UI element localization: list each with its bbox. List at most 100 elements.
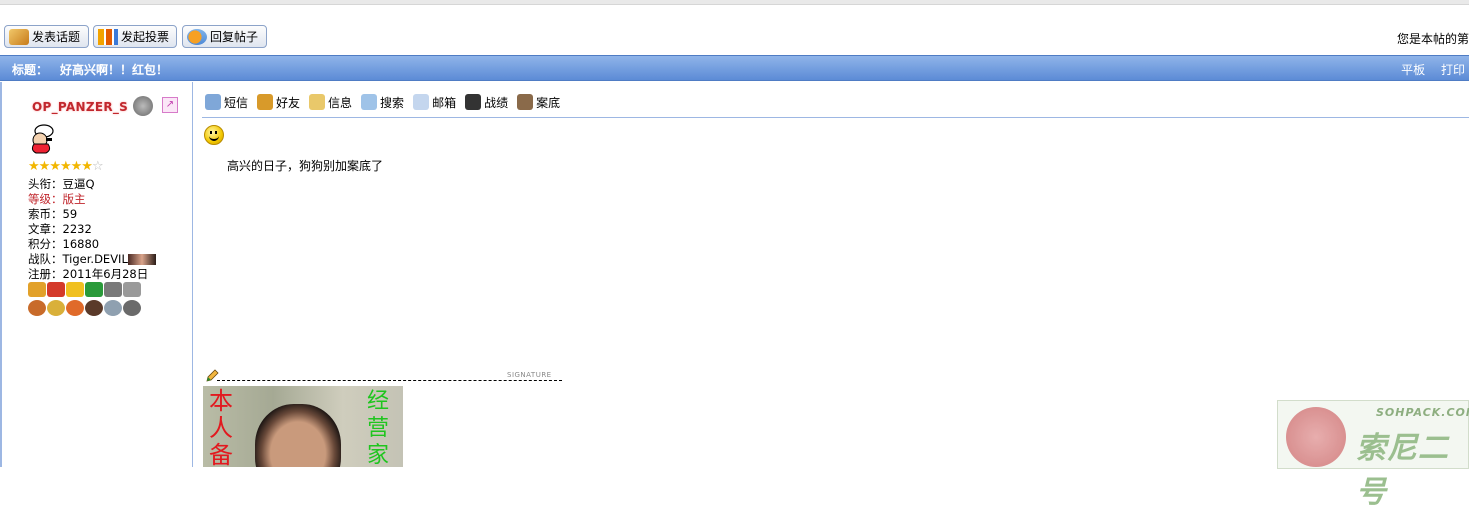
author-field-value: 16880	[62, 237, 100, 251]
signature-photo	[255, 404, 341, 467]
author-info: 头衔：豆逼Q 等级：版主 索币：59 文章：2232 积分：16880 战队：Tiger.…	[28, 177, 156, 282]
watermark-url: SOHPACK.COM	[1376, 406, 1469, 419]
post-content: 高兴的日子，狗狗别加案底了	[227, 159, 384, 173]
star-filled-icon: ★	[70, 159, 83, 174]
star-filled-icon: ★	[28, 159, 40, 174]
signature-divider	[217, 380, 562, 381]
signature-label: SIGNATURE	[507, 371, 552, 379]
post-action-label: 战绩	[484, 95, 509, 110]
author-field-label: 积分：	[28, 237, 63, 251]
view-count-text: 您是本帖的第	[1396, 32, 1469, 46]
author-field-label: 文章：	[28, 222, 63, 236]
mailbox-icon	[413, 94, 430, 110]
post-action-bar: 短信 好友 信息 搜索 邮箱 战绩 案底	[205, 92, 569, 112]
author-field-row: 等级：版主	[28, 192, 156, 207]
star-filled-icon: ★	[81, 159, 93, 174]
new-poll-label: 发起投票	[121, 30, 170, 44]
smiley-icon	[204, 125, 224, 145]
watermark-logo: SOHPACK.COM 索尼二号	[1277, 400, 1469, 510]
author-username[interactable]: OP_PANZER_S	[32, 100, 128, 114]
post-action-label: 搜索	[380, 95, 405, 110]
author-field-row: 注册：2011年6月28日	[28, 267, 156, 282]
case-file-icon	[517, 94, 534, 110]
record-icon	[465, 94, 482, 110]
post-action-friends[interactable]: 好友	[257, 94, 300, 111]
print-link[interactable]: 打印	[1441, 63, 1465, 77]
post-action-label: 邮箱	[432, 95, 457, 110]
message-icon	[205, 94, 221, 110]
medal-icon[interactable]	[47, 282, 65, 297]
popeye-avatar	[31, 124, 54, 154]
title-links: 平板 打印	[1389, 61, 1465, 78]
post-action-label: 案底	[536, 95, 561, 110]
medal-icon[interactable]	[123, 300, 141, 316]
medal-icon[interactable]	[85, 300, 103, 316]
medal-icon[interactable]	[28, 300, 46, 316]
thread-title-bar: 标题： 好高兴啊！！红包！ 平板 打印	[0, 55, 1469, 81]
author-field-value: 版主	[62, 192, 86, 206]
author-field-label: 战队：	[28, 252, 63, 266]
medal-icon[interactable]	[104, 282, 122, 297]
post-action-search[interactable]: 搜索	[361, 94, 404, 111]
post-action-label: 信息	[328, 95, 353, 110]
title-label: 标题：	[12, 63, 49, 77]
post-action-label: 短信	[224, 95, 249, 110]
post-toolbar: 发表话题 发起投票 回复帖子	[0, 25, 1469, 51]
author-field-row: 积分：16880	[28, 237, 156, 252]
team-banner	[127, 254, 156, 265]
medal-icon[interactable]	[47, 300, 65, 316]
post-action-case-file[interactable]: 案底	[517, 94, 560, 111]
author-field-label: 索币：	[28, 207, 63, 221]
post-action-record[interactable]: 战绩	[465, 94, 508, 111]
medal-icon[interactable]	[66, 300, 84, 316]
star-filled-icon: ★	[59, 159, 72, 174]
info-icon	[309, 94, 326, 110]
new-topic-icon	[9, 28, 29, 45]
author-field-label: 注册：	[28, 267, 63, 281]
reply-icon	[187, 28, 207, 45]
star-filled-icon: ★	[49, 159, 61, 174]
signature-left-text: 本人备	[209, 387, 233, 468]
rank-stars: ★★★★★★☆	[28, 159, 104, 174]
medal-icon[interactable]	[123, 282, 141, 297]
new-topic-button[interactable]: 发表话题	[4, 25, 89, 48]
signature-right-text: 经营家	[367, 389, 390, 467]
author-field-value: Tiger.DEVIL	[62, 252, 128, 266]
new-poll-button[interactable]: 发起投票	[93, 25, 177, 48]
watermark-name: 索尼二号	[1356, 431, 1449, 510]
author-field-row: 头衔：豆逼Q	[28, 177, 156, 192]
search-icon	[361, 94, 378, 110]
medal-icon[interactable]	[66, 282, 84, 297]
poll-chart-icon	[98, 28, 118, 45]
tablet-view-link[interactable]: 平板	[1401, 63, 1425, 77]
expand-icon[interactable]: ↗	[162, 97, 178, 113]
author-field-label: 等级：	[28, 192, 63, 206]
author-field-label: 头衔：	[28, 177, 63, 191]
author-field-value: 2232	[62, 222, 92, 236]
reply-button[interactable]: 回复帖子	[182, 25, 267, 48]
top-border	[0, 0, 1469, 5]
medals	[28, 282, 150, 319]
author-field-value: 2011年6月28日	[62, 267, 149, 281]
divider	[202, 117, 1469, 118]
reply-label: 回复帖子	[210, 30, 259, 44]
medal-icon[interactable]	[28, 282, 46, 297]
medal-icon[interactable]	[104, 300, 122, 316]
post-action-mailbox[interactable]: 邮箱	[413, 94, 456, 111]
author-field-row: 文章：2232	[28, 222, 156, 237]
new-topic-label: 发表话题	[32, 30, 81, 44]
post-action-info[interactable]: 信息	[309, 94, 352, 111]
author-panel: OP_PANZER_S ↗ ★★★★★★☆ 头衔：豆逼Q 等级：版主 索币：59 文章…	[0, 82, 193, 467]
post-action-message[interactable]: 短信	[205, 94, 248, 111]
author-field-row: 战队：Tiger.DEVIL	[28, 252, 156, 267]
watermark-emblem	[1286, 407, 1346, 467]
medal-icon[interactable]	[85, 282, 103, 297]
author-field-value: 59	[62, 207, 78, 221]
online-status-icon	[133, 96, 153, 116]
star-filled-icon: ★	[38, 159, 51, 174]
star-empty-icon: ☆	[91, 159, 104, 174]
post-action-label: 好友	[276, 95, 301, 110]
signature-image: 本人备 经营家	[203, 386, 403, 467]
author-field-value: 豆逼Q	[62, 177, 95, 191]
author-field-row: 索币：59	[28, 207, 156, 222]
